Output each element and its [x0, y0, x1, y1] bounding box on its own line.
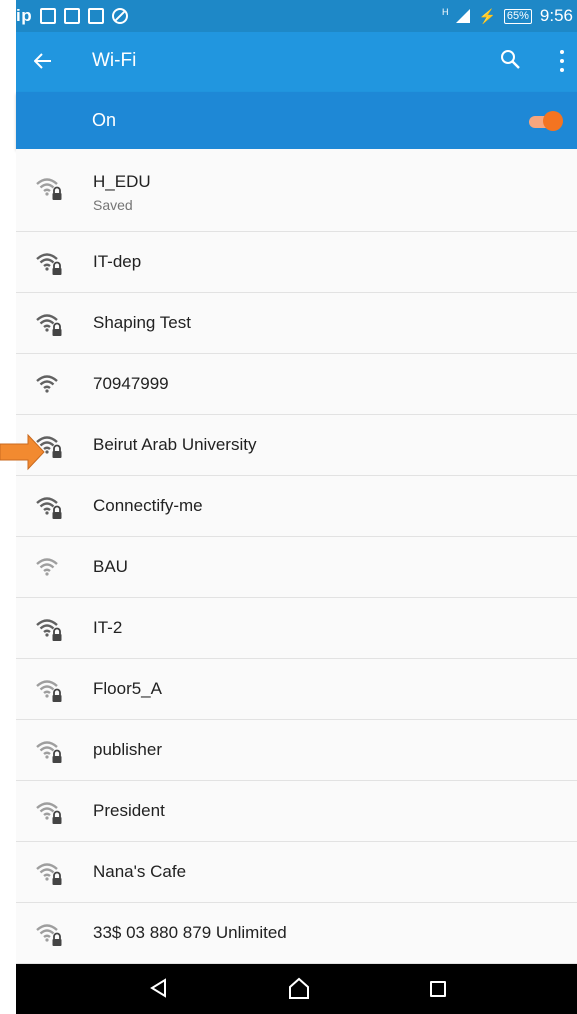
- wifi-network-name: Beirut Arab University: [93, 435, 257, 454]
- wifi-network-name: publisher: [93, 740, 162, 759]
- network-type-label: H: [441, 7, 449, 17]
- wifi-lock-icon: [36, 923, 66, 947]
- app-bar: Wi-Fi: [16, 32, 577, 92]
- more-vert-icon[interactable]: [559, 50, 565, 72]
- wifi-network-row[interactable]: 33$ 03 880 879 Unlimited: [16, 903, 577, 964]
- status-bar: ip H ⚡ 65% 9:56: [16, 0, 577, 32]
- wifi-network-row[interactable]: Nana's Cafe: [16, 842, 577, 903]
- wifi-network-name: 70947999: [93, 374, 169, 393]
- wifi-lock-icon: [36, 252, 66, 276]
- wifi-lock-icon: [36, 862, 66, 886]
- wifi-network-name: Floor5_A: [93, 679, 162, 698]
- signal-icon: [456, 9, 471, 23]
- arrow-back-icon[interactable]: [33, 46, 52, 78]
- wifi-icon: [36, 374, 66, 398]
- status-bar-left: ip: [16, 6, 129, 26]
- wifi-network-row[interactable]: 70947999: [16, 354, 577, 415]
- wifi-lock-icon: [36, 801, 66, 825]
- wifi-network-row[interactable]: IT-2: [16, 598, 577, 659]
- wifi-lock-icon: [36, 313, 66, 337]
- wifi-network-name: Nana's Cafe: [93, 862, 187, 881]
- wifi-network-name: H_EDU: [93, 172, 151, 191]
- navigation-bar: [16, 964, 577, 1014]
- wifi-network-row[interactable]: H_EDU Saved: [16, 149, 577, 232]
- wifi-network-row[interactable]: Shaping Test: [16, 293, 577, 354]
- wifi-network-name: BAU: [93, 557, 128, 576]
- wifi-lock-icon: [36, 679, 66, 703]
- image-notification-icon-2: [88, 8, 105, 24]
- phone-screen: ip H ⚡ 65% 9:56 Wi-Fi On H_EDU Saved IT-…: [16, 0, 577, 1014]
- wifi-network-name: IT-dep: [93, 252, 142, 271]
- wifi-network-row[interactable]: Floor5_A: [16, 659, 577, 720]
- wifi-lock-icon: [36, 496, 66, 520]
- nav-home-icon[interactable]: [288, 977, 310, 999]
- clock-time: 9:56: [539, 6, 573, 25]
- search-icon[interactable]: [499, 48, 523, 72]
- wifi-network-name: President: [93, 801, 165, 820]
- status-ip-text: ip: [16, 6, 33, 25]
- wifi-network-list: H_EDU Saved IT-dep Shaping Test 70947999 Beir…: [16, 149, 577, 964]
- wifi-lock-icon: [36, 177, 66, 201]
- wifi-network-name: IT-2: [93, 618, 123, 637]
- annotation-arrow-icon: [0, 433, 45, 471]
- wifi-lock-icon: [36, 740, 66, 764]
- wifi-icon: [36, 557, 66, 581]
- wifi-network-row[interactable]: Connectify-me: [16, 476, 577, 537]
- wifi-network-row[interactable]: Beirut Arab University: [16, 415, 577, 476]
- wifi-on-label: On: [92, 110, 117, 130]
- wifi-network-row[interactable]: IT-dep: [16, 232, 577, 293]
- page-title: Wi-Fi: [92, 50, 137, 71]
- nav-back-icon[interactable]: [149, 978, 169, 998]
- wifi-lock-icon: [36, 618, 66, 642]
- wifi-network-row[interactable]: publisher: [16, 720, 577, 781]
- wifi-network-row[interactable]: BAU: [16, 537, 577, 598]
- wifi-network-name: Connectify-me: [93, 496, 203, 515]
- image-notification-icon: [64, 8, 81, 24]
- wifi-network-row[interactable]: President: [16, 781, 577, 842]
- wifi-network-status: Saved: [93, 197, 133, 213]
- do-not-disturb-icon: [112, 8, 129, 24]
- wifi-network-name: 33$ 03 880 879 Unlimited: [93, 923, 287, 942]
- wifi-master-toggle-row[interactable]: On: [16, 92, 577, 149]
- status-bar-right: H ⚡ 65% 9:56: [442, 6, 573, 26]
- charging-icon: ⚡: [478, 7, 496, 24]
- battery-indicator: 65%: [503, 8, 532, 24]
- nav-recents-icon[interactable]: [430, 981, 446, 997]
- wifi-network-name: Shaping Test: [93, 313, 191, 332]
- notification-icon: [40, 8, 57, 24]
- wifi-toggle-switch[interactable]: [529, 111, 563, 131]
